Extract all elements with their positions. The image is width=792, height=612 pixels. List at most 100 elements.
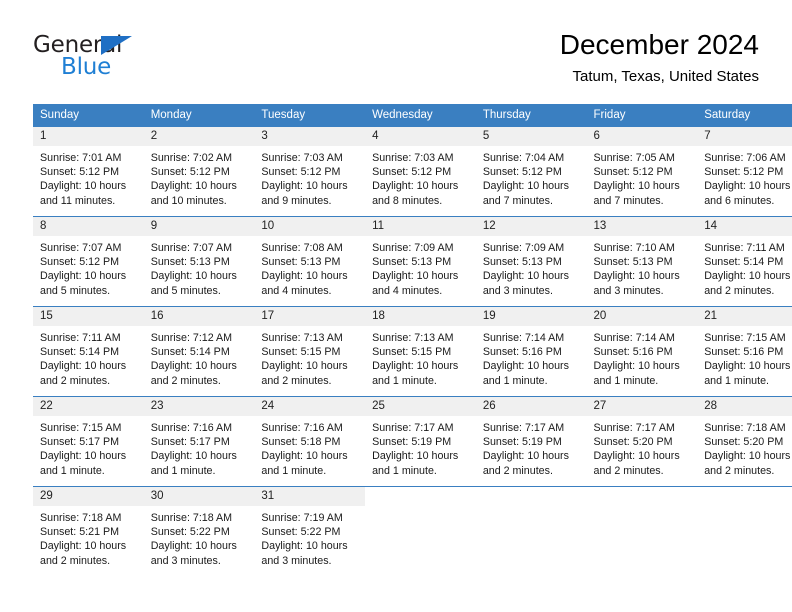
day-cell: 18 Sunrise: 7:13 AM Sunset: 5:15 PM Dayligh… (365, 306, 476, 397)
day-cell: 16 Sunrise: 7:12 AM Sunset: 5:14 PM Dayligh… (143, 306, 255, 397)
daylight-text-line2: and 1 minute. (372, 374, 437, 387)
day-number: 19 (475, 307, 587, 326)
day-cell: 27 Sunrise: 7:17 AM Sunset: 5:20 PM Dayligh… (586, 396, 698, 487)
title-block: December 2024 Tatum, Texas, United State… (560, 28, 759, 86)
day-cell-inner[interactable]: 5 Sunrise: 7:04 AM Sunset: 5:12 PM Daylight… (475, 127, 587, 216)
week-row: 15 Sunrise: 7:11 AM Sunset: 5:14 PM Dayligh… (33, 306, 792, 397)
day-cell-inner[interactable]: 19 Sunrise: 7:14 AM Sunset: 5:16 PM Dayligh… (475, 307, 587, 396)
brand-logo[interactable]: General Blue (33, 32, 263, 88)
day-info: Sunrise: 7:13 AM Sunset: 5:15 PM Daylight:… (365, 326, 476, 388)
day-number: 9 (143, 217, 255, 236)
daylight-text-line1: Daylight: 10 hours (372, 270, 459, 283)
day-cell: 9 Sunrise: 7:07 AM Sunset: 5:13 PM Daylight… (143, 216, 255, 307)
day-cell-inner[interactable]: 18 Sunrise: 7:13 AM Sunset: 5:15 PM Dayligh… (365, 307, 476, 396)
sunset-text: Sunset: 5:14 PM (704, 256, 784, 269)
day-cell-inner[interactable]: 13 Sunrise: 7:10 AM Sunset: 5:13 PM Dayligh… (586, 217, 698, 306)
day-number: 25 (365, 397, 476, 416)
day-cell-inner[interactable]: 31 Sunrise: 7:19 AM Sunset: 5:22 PM Dayligh… (254, 487, 366, 576)
day-info: Sunrise: 7:09 AM Sunset: 5:13 PM Daylight:… (476, 236, 587, 298)
day-cell: 17 Sunrise: 7:13 AM Sunset: 5:15 PM Dayligh… (254, 306, 366, 397)
day-number: 11 (365, 217, 476, 236)
day-cell-inner[interactable]: 25 Sunrise: 7:17 AM Sunset: 5:19 PM Dayligh… (365, 397, 476, 486)
day-cell-inner[interactable]: 16 Sunrise: 7:12 AM Sunset: 5:14 PM Dayligh… (143, 307, 255, 396)
day-cell-inner[interactable]: 2 Sunrise: 7:02 AM Sunset: 5:12 PM Daylight… (143, 127, 255, 216)
day-cell-inner[interactable]: 1 Sunrise: 7:01 AM Sunset: 5:12 PM Daylight… (33, 127, 144, 216)
sunrise-text: Sunrise: 7:07 AM (150, 242, 233, 254)
sunrise-text: Sunrise: 7:13 AM (372, 332, 454, 344)
sunset-text: Sunset: 5:16 PM (593, 346, 673, 359)
day-cell-inner-empty (476, 487, 587, 576)
day-info: Sunrise: 7:18 AM Sunset: 5:22 PM Daylight:… (144, 506, 255, 568)
day-cell-inner[interactable]: 27 Sunrise: 7:17 AM Sunset: 5:20 PM Dayligh… (586, 397, 698, 486)
day-number: 14 (697, 217, 792, 236)
day-cell-inner[interactable]: 10 Sunrise: 7:08 AM Sunset: 5:13 PM Dayligh… (254, 217, 366, 306)
day-cell: 24 Sunrise: 7:16 AM Sunset: 5:18 PM Dayligh… (254, 396, 366, 487)
daylight-text-line1: Daylight: 10 hours (704, 360, 791, 373)
daylight-text-line1: Daylight: 10 hours (150, 180, 237, 193)
sunset-text: Sunset: 5:16 PM (704, 346, 784, 359)
day-cell-inner[interactable]: 4 Sunrise: 7:03 AM Sunset: 5:12 PM Daylight… (365, 127, 476, 216)
day-info: Sunrise: 7:09 AM Sunset: 5:13 PM Daylight:… (365, 236, 476, 298)
day-cell-inner[interactable]: 12 Sunrise: 7:09 AM Sunset: 5:13 PM Dayligh… (475, 217, 587, 306)
day-cell-inner[interactable]: 20 Sunrise: 7:14 AM Sunset: 5:16 PM Dayligh… (586, 307, 698, 396)
day-number: 13 (586, 217, 698, 236)
week-row: 29 Sunrise: 7:18 AM Sunset: 5:21 PM Dayligh… (33, 486, 792, 576)
day-info: Sunrise: 7:17 AM Sunset: 5:19 PM Daylight:… (476, 416, 587, 478)
day-info: Sunrise: 7:16 AM Sunset: 5:18 PM Daylight:… (254, 416, 365, 478)
day-cell-inner[interactable]: 21 Sunrise: 7:15 AM Sunset: 5:16 PM Dayligh… (697, 307, 792, 396)
day-number: 2 (143, 127, 255, 146)
day-info: Sunrise: 7:18 AM Sunset: 5:20 PM Daylight:… (697, 416, 792, 478)
daylight-text-line1: Daylight: 10 hours (261, 360, 348, 373)
daylight-text-line2: and 3 minutes. (482, 284, 553, 297)
calendar-table: Sunday Monday Tuesday Wednesday Thursday… (33, 104, 792, 576)
daylight-text-line1: Daylight: 10 hours (40, 540, 127, 553)
day-cell-inner[interactable]: 26 Sunrise: 7:17 AM Sunset: 5:19 PM Dayligh… (475, 397, 587, 486)
sunrise-text: Sunrise: 7:13 AM (261, 332, 343, 344)
daylight-text-line1: Daylight: 10 hours (593, 360, 680, 373)
day-cell: 21 Sunrise: 7:15 AM Sunset: 5:16 PM Dayligh… (697, 306, 792, 397)
day-cell-inner[interactable]: 11 Sunrise: 7:09 AM Sunset: 5:13 PM Dayligh… (365, 217, 476, 306)
daylight-text-line1: Daylight: 10 hours (261, 540, 348, 553)
daylight-text-line2: and 1 minute. (482, 374, 548, 387)
day-number: 12 (475, 217, 587, 236)
day-cell-inner[interactable]: 24 Sunrise: 7:16 AM Sunset: 5:18 PM Dayligh… (254, 397, 366, 486)
day-cell-inner[interactable]: 9 Sunrise: 7:07 AM Sunset: 5:13 PM Daylight… (143, 217, 255, 306)
daylight-text-line2: and 7 minutes. (593, 194, 664, 207)
day-cell-inner[interactable]: 3 Sunrise: 7:03 AM Sunset: 5:12 PM Daylight… (254, 127, 366, 216)
weekday-header-tuesday: Tuesday (254, 104, 366, 127)
daylight-text-line1: Daylight: 10 hours (40, 270, 127, 283)
day-cell-inner[interactable]: 14 Sunrise: 7:11 AM Sunset: 5:14 PM Dayligh… (697, 217, 792, 306)
sunrise-text: Sunrise: 7:14 AM (593, 332, 675, 344)
day-cell-inner[interactable]: 30 Sunrise: 7:18 AM Sunset: 5:22 PM Dayligh… (143, 487, 255, 576)
daylight-text-line1: Daylight: 10 hours (40, 180, 127, 193)
daylight-text-line2: and 2 minutes. (704, 464, 775, 477)
daylight-text-line2: and 2 minutes. (482, 464, 553, 477)
day-info: Sunrise: 7:12 AM Sunset: 5:14 PM Daylight:… (144, 326, 255, 388)
sunset-text: Sunset: 5:13 PM (261, 256, 341, 269)
day-cell: 1 Sunrise: 7:01 AM Sunset: 5:12 PM Daylight… (33, 126, 144, 217)
sunrise-text: Sunrise: 7:18 AM (40, 512, 122, 524)
sunset-text: Sunset: 5:12 PM (150, 166, 230, 179)
sunrise-text: Sunrise: 7:17 AM (372, 422, 454, 434)
day-cell (365, 486, 476, 576)
day-cell-inner[interactable]: 28 Sunrise: 7:18 AM Sunset: 5:20 PM Dayligh… (697, 397, 792, 486)
day-cell (475, 486, 587, 576)
day-cell-inner[interactable]: 6 Sunrise: 7:05 AM Sunset: 5:12 PM Daylight… (586, 127, 698, 216)
sunrise-text: Sunrise: 7:04 AM (482, 152, 565, 164)
day-cell: 5 Sunrise: 7:04 AM Sunset: 5:12 PM Daylight… (475, 126, 587, 217)
day-cell-inner[interactable]: 8 Sunrise: 7:07 AM Sunset: 5:12 PM Daylight… (33, 217, 144, 306)
day-cell-inner[interactable]: 23 Sunrise: 7:16 AM Sunset: 5:17 PM Dayligh… (143, 397, 255, 486)
daylight-text-line2: and 10 minutes. (150, 194, 227, 207)
sunset-text: Sunset: 5:12 PM (372, 166, 452, 179)
day-cell-inner[interactable]: 15 Sunrise: 7:11 AM Sunset: 5:14 PM Dayligh… (33, 307, 144, 396)
daylight-text-line1: Daylight: 10 hours (150, 540, 237, 553)
day-info: Sunrise: 7:13 AM Sunset: 5:15 PM Daylight:… (254, 326, 365, 388)
sunset-text: Sunset: 5:12 PM (261, 166, 341, 179)
day-cell-inner[interactable]: 7 Sunrise: 7:06 AM Sunset: 5:12 PM Daylight… (697, 127, 792, 216)
day-number: 7 (697, 127, 792, 146)
day-cell-inner[interactable]: 22 Sunrise: 7:15 AM Sunset: 5:17 PM Dayligh… (33, 397, 144, 486)
day-cell-inner[interactable]: 29 Sunrise: 7:18 AM Sunset: 5:21 PM Dayligh… (33, 487, 144, 576)
day-info: Sunrise: 7:03 AM Sunset: 5:12 PM Daylight:… (254, 146, 365, 208)
daylight-text-line2: and 3 minutes. (593, 284, 664, 297)
day-cell-inner[interactable]: 17 Sunrise: 7:13 AM Sunset: 5:15 PM Dayligh… (254, 307, 366, 396)
